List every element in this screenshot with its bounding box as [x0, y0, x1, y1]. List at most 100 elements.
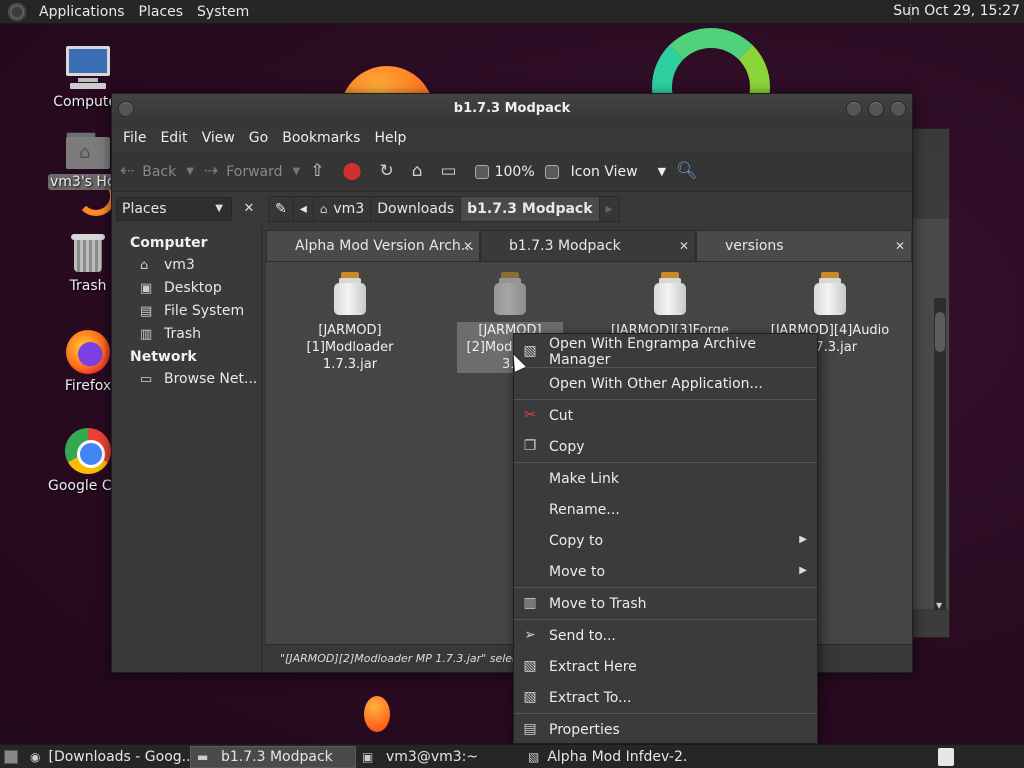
zoom-out-icon[interactable] [474, 164, 489, 179]
menu-item-label: Extract Here [549, 658, 637, 675]
menu-help[interactable]: Help [367, 130, 413, 146]
stop-button[interactable]: ⬤ [342, 163, 369, 180]
close-window-button[interactable] [890, 101, 906, 117]
breadcrumb-downloads[interactable]: Downloads [371, 197, 462, 221]
menu-item-extract-to[interactable]: ▧ Extract To... [514, 682, 817, 713]
menu-edit[interactable]: Edit [153, 130, 194, 146]
chevron-down-icon: ▼ [657, 165, 667, 178]
sidebar-item-vm3[interactable]: ⌂ vm3 [112, 254, 261, 277]
home-button[interactable]: ⌂ [412, 163, 431, 180]
menu-view[interactable]: View [195, 130, 242, 146]
places-label: Places [122, 201, 167, 217]
menu-item-make-link[interactable]: Make Link [514, 463, 817, 494]
view-mode-label: Icon View [570, 163, 638, 180]
folder-icon: ▬ [197, 749, 209, 764]
back-button[interactable]: ⇠ Back ▼ [120, 163, 194, 180]
sidebar-heading-network: Network [130, 349, 197, 365]
applications-menu[interactable]: Applications [32, 4, 132, 20]
scroll-down-arrow-icon[interactable]: ▼ [936, 601, 942, 610]
edit-location-button[interactable]: ✎ [269, 197, 294, 221]
sidebar-item-desktop[interactable]: ▣ Desktop [112, 277, 261, 300]
breadcrumb-left-arrow[interactable]: ◂ [294, 197, 314, 221]
menu-item-open-engrampa[interactable]: ▧ Open With Engrampa Archive Manager [514, 336, 817, 368]
reload-icon: ↻ [379, 161, 394, 181]
computer-icon [64, 46, 112, 90]
jar-file-icon [493, 272, 527, 316]
menu-go[interactable]: Go [242, 130, 275, 146]
up-button[interactable]: ⇧ [310, 163, 332, 180]
taskbar-item-file-manager[interactable]: ▬ b1.7.3 Modpack [190, 745, 356, 768]
tab-versions[interactable]: versions ✕ [696, 230, 912, 262]
file-name: [JARMOD] [1]Modloader 1.7.3.jar [306, 323, 394, 372]
trash-applet-icon[interactable] [938, 748, 954, 766]
window-menu-button[interactable] [118, 101, 134, 117]
system-menu[interactable]: System [190, 4, 256, 20]
tab-modpack[interactable]: b1.7.3 Modpack ✕ [480, 230, 696, 262]
chevron-down-icon[interactable]: ▼ [293, 166, 301, 177]
menu-logo-icon[interactable] [8, 2, 26, 21]
close-tab-icon[interactable]: ✕ [679, 239, 689, 253]
taskbar-item-archive[interactable]: ▧ Alpha Mod Infdev-2... [522, 746, 688, 768]
sidebar-item-label: Browse Net... [164, 371, 258, 387]
chevron-down-icon[interactable]: ▼ [186, 166, 194, 177]
view-mode-select[interactable]: Icon View ▼ [544, 163, 667, 180]
menu-item-cut[interactable]: ✂ Cut [514, 400, 817, 431]
menu-item-rename[interactable]: Rename... [514, 494, 817, 525]
menu-item-label: Extract To... [549, 689, 632, 706]
up-arrow-icon: ⇧ [310, 161, 325, 181]
sidebar-item-trash[interactable]: ▥ Trash [112, 323, 261, 346]
sidebar-heading-computer: Computer [130, 235, 208, 251]
tab-alpha-mod[interactable]: Alpha Mod Version Arch... ✕ [266, 230, 480, 262]
sidebar-item-browse-network[interactable]: ▭ Browse Net... [112, 368, 261, 391]
maximize-button[interactable] [868, 101, 884, 117]
scissors-icon: ✂ [524, 407, 536, 423]
menu-item-open-other[interactable]: Open With Other Application... [514, 368, 817, 399]
show-desktop-icon[interactable] [4, 749, 18, 764]
close-sidebar-icon[interactable]: ✕ [238, 198, 260, 220]
search-button[interactable]: 🔍︎ [676, 163, 706, 180]
window-titlebar[interactable]: b1.7.3 Modpack [112, 94, 912, 124]
zoom-control[interactable]: 100% [474, 163, 535, 180]
menu-item-move-to[interactable]: Move to ▶ [514, 556, 817, 587]
menu-item-copy[interactable]: ❐ Copy [514, 431, 817, 462]
menu-item-label: Move to [549, 563, 606, 580]
submenu-arrow-icon: ▶ [799, 534, 807, 545]
sidebar-item-file-system[interactable]: ▤ File System [112, 300, 261, 323]
context-menu: ▧ Open With Engrampa Archive Manager Open… [513, 333, 818, 744]
menu-item-send-to[interactable]: ➢ Send to... [514, 620, 817, 651]
firefox-icon [66, 330, 110, 374]
computer-button[interactable]: ▭ [441, 163, 465, 180]
breadcrumb-current[interactable]: b1.7.3 Modpack [461, 197, 600, 221]
menu-file[interactable]: File [116, 130, 153, 146]
minimize-button[interactable] [846, 101, 862, 117]
zoom-in-icon[interactable] [544, 164, 559, 179]
zoom-level: 100% [494, 163, 535, 180]
reload-button[interactable]: ↻ [380, 163, 402, 180]
places-menu[interactable]: Places [132, 4, 191, 20]
menu-item-properties[interactable]: ▤ Properties [514, 714, 817, 745]
breadcrumb-vm3[interactable]: ⌂ vm3 [314, 197, 372, 221]
menu-item-copy-to[interactable]: Copy to ▶ [514, 525, 817, 556]
forward-button[interactable]: ⇢ Forward ▼ [204, 163, 300, 180]
menu-item-move-to-trash[interactable]: ▥ Move to Trash [514, 588, 817, 619]
background-window-scrollbar[interactable]: ▼ [934, 298, 946, 610]
scrollbar-thumb[interactable] [935, 312, 945, 352]
taskbar-item-terminal[interactable]: ▣ vm3@vm3:~ [356, 746, 522, 768]
close-tab-icon[interactable]: ✕ [895, 239, 905, 253]
home-icon: ⌂ [319, 202, 328, 216]
file-item[interactable]: [JARMOD] [1]Modloader 1.7.3.jar [290, 272, 410, 373]
clock[interactable]: Sun Oct 29, 15:27 [893, 3, 1020, 19]
jar-file-icon [653, 272, 687, 316]
menu-item-label: Properties [549, 721, 620, 738]
close-tab-icon[interactable]: ✕ [463, 239, 473, 253]
tab-bar: Alpha Mod Version Arch... ✕ b1.7.3 Modpa… [266, 230, 912, 262]
tab-label: versions [725, 238, 784, 254]
menu-item-extract-here[interactable]: ▧ Extract Here [514, 651, 817, 682]
location-bar: Places ▼ ✕ ✎ ◂ ⌂ vm3 Downloads b1.7.3 Mod… [112, 192, 912, 226]
breadcrumb-label: b1.7.3 Modpack [467, 201, 593, 217]
menu-item-label: Open With Other Application... [549, 375, 763, 392]
menu-bookmarks[interactable]: Bookmarks [275, 130, 367, 146]
breadcrumb-right-arrow[interactable]: ▸ [600, 197, 619, 221]
taskbar-item-chrome[interactable]: ◉ [Downloads - Goog... [24, 746, 190, 768]
sidebar-type-select[interactable]: Places ▼ [116, 197, 232, 221]
